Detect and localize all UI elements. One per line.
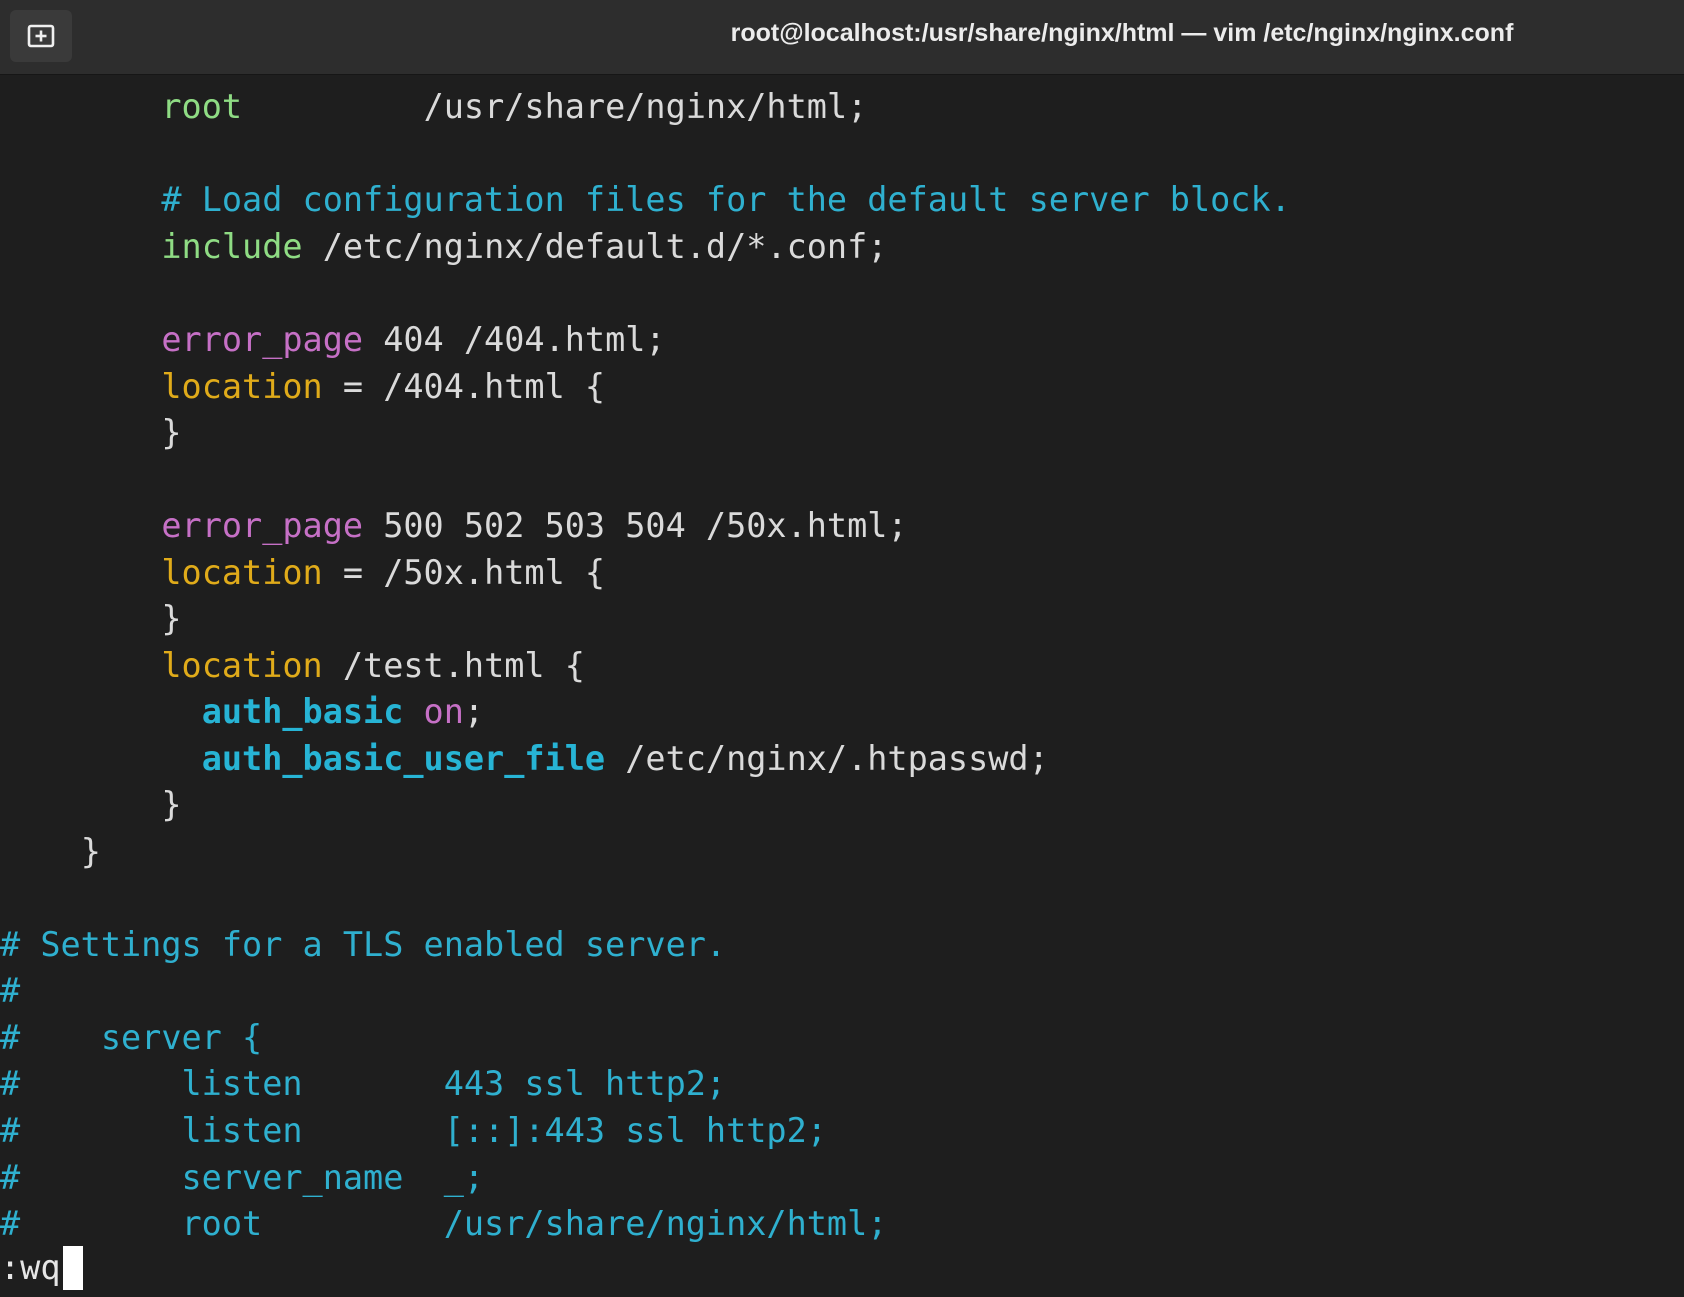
directive-location: location	[161, 646, 323, 685]
code-line: location /test.html {	[161, 646, 585, 685]
code-line: root /usr/share/nginx/html;	[161, 87, 868, 126]
directive-auth-basic: auth_basic	[201, 692, 404, 731]
code-line: }	[161, 413, 182, 452]
command-text: :wq	[0, 1248, 61, 1287]
title-bar: root@localhost:/usr/share/nginx/html — v…	[0, 0, 1684, 75]
code-line: location = /50x.html {	[161, 553, 606, 592]
value-on: on	[423, 692, 464, 731]
code-line: error_page 500 502 503 504 /50x.html;	[161, 506, 908, 545]
comment-line: # Settings for a TLS enabled server.	[0, 925, 727, 964]
text-cursor	[62, 1246, 83, 1291]
directive-root: root	[161, 87, 243, 126]
comment-line: # Load configuration files for the defau…	[161, 180, 1291, 219]
new-tab-icon	[27, 24, 55, 48]
code-line: }	[161, 599, 182, 638]
code-line: }	[161, 785, 182, 824]
directive-location: location	[161, 367, 323, 406]
comment-line: # root /usr/share/nginx/html;	[0, 1204, 888, 1243]
comment-line: # server {	[0, 1018, 263, 1057]
code-line: auth_basic on;	[201, 692, 485, 731]
comment-line: # listen [::]:443 ssl http2;	[0, 1111, 827, 1150]
code-line: location = /404.html {	[161, 367, 606, 406]
code-line: error_page 404 /404.html;	[161, 320, 666, 359]
vim-command-line[interactable]: :wq	[0, 1245, 83, 1292]
directive-error-page: error_page	[161, 320, 364, 359]
directive-auth-basic-user-file: auth_basic_user_file	[201, 739, 606, 778]
code-line: include /etc/nginx/default.d/*.conf;	[161, 227, 888, 266]
vim-editor[interactable]: root /usr/share/nginx/html; # Load confi…	[0, 75, 1684, 1297]
new-tab-button[interactable]	[10, 10, 72, 62]
comment-line: # listen 443 ssl http2;	[0, 1064, 727, 1103]
directive-include: include	[161, 227, 303, 266]
comment-line: #	[0, 971, 21, 1010]
code-line: }	[80, 832, 101, 871]
window-title: root@localhost:/usr/share/nginx/html — v…	[730, 19, 1514, 47]
terminal-window: root@localhost:/usr/share/nginx/html — v…	[0, 0, 1684, 1297]
directive-location: location	[161, 553, 323, 592]
code-line: auth_basic_user_file /etc/nginx/.htpassw…	[201, 739, 1049, 778]
comment-line: # server_name _;	[0, 1158, 485, 1197]
directive-error-page: error_page	[161, 506, 364, 545]
